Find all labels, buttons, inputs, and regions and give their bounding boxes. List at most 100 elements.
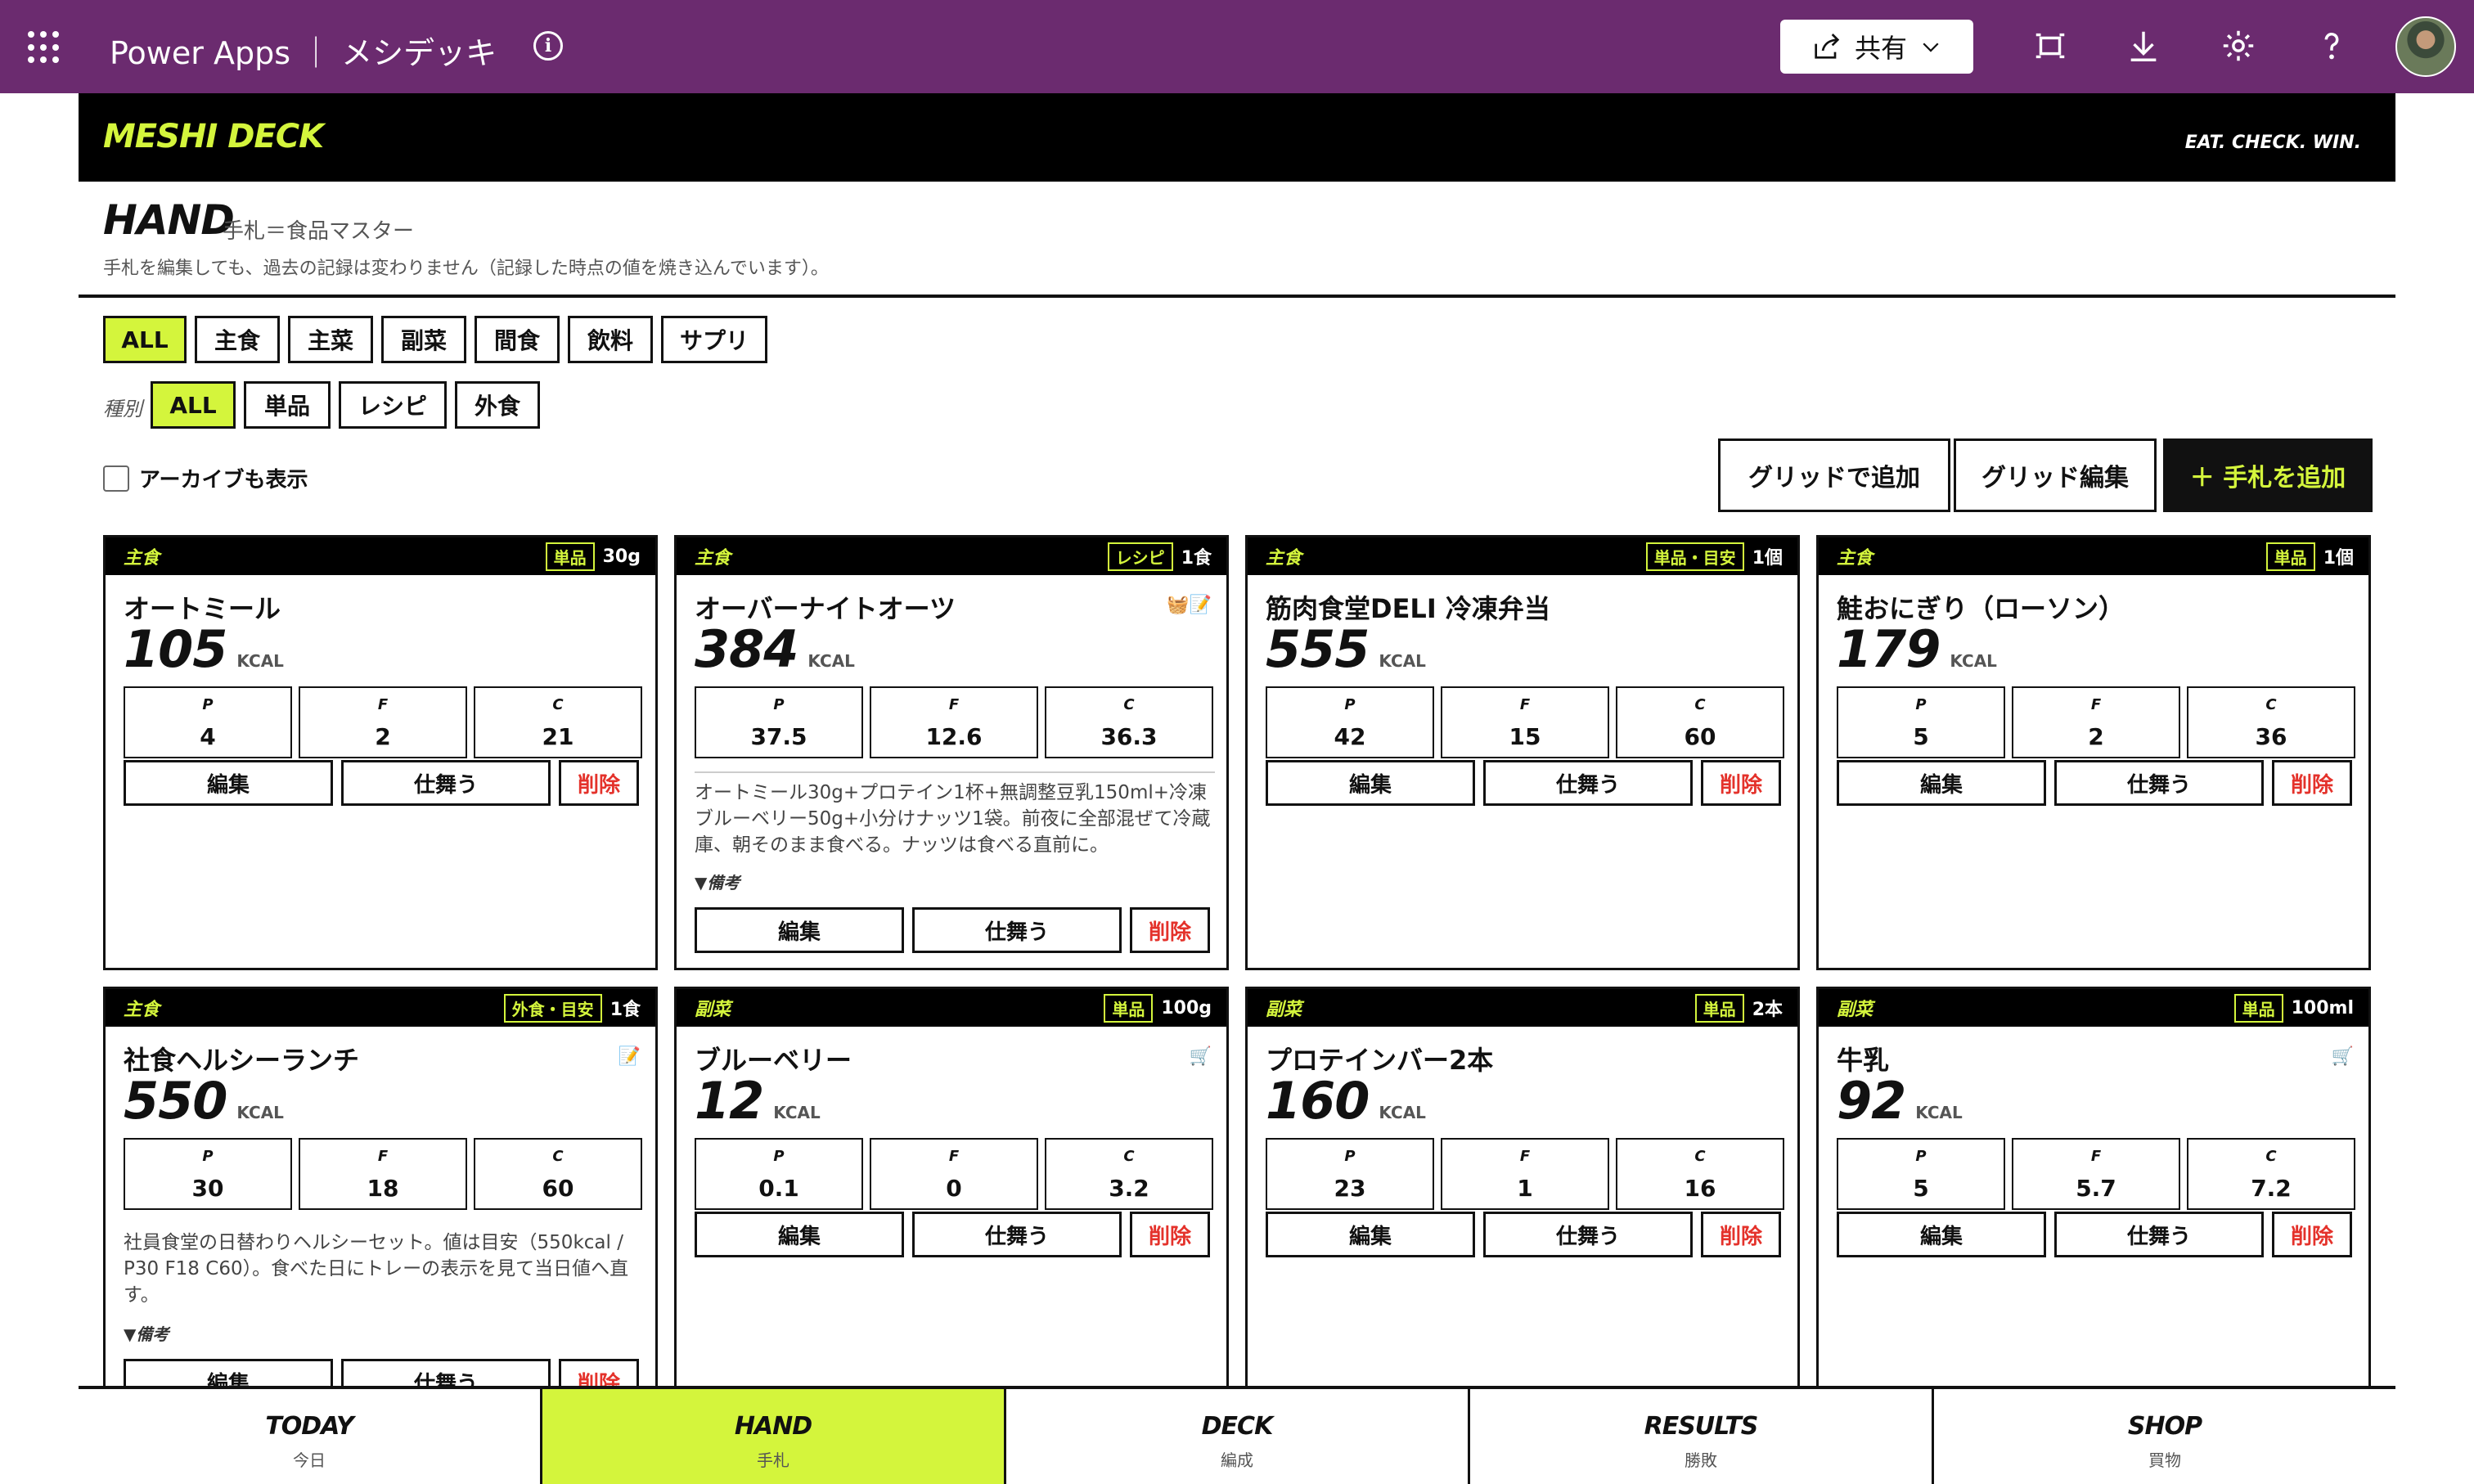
food-card: 主食 レシピ 1食 オーバーナイトオーツ 🧺📝 384 KCAL P 37.5 F… — [674, 535, 1229, 970]
waffle-icon[interactable] — [28, 31, 61, 64]
filter-kind-single[interactable]: 単品 — [244, 381, 331, 429]
archive-button[interactable]: 仕舞う — [2054, 1212, 2264, 1257]
share-button[interactable]: 共有 — [1780, 20, 1973, 74]
gear-icon[interactable] — [2217, 25, 2260, 67]
protein-box: P5 — [1837, 686, 2005, 758]
archive-checkbox[interactable] — [103, 465, 129, 492]
carb-value: 36.3 — [1100, 723, 1158, 750]
pfc-row: P 0.1 F0 C 3.2 — [695, 1138, 1213, 1210]
food-card: 主食 単品 1個 鮭おにぎり（ローソン） 179 KCAL P5 F2 C 36 … — [1816, 535, 2371, 970]
protein-box: P 23 — [1266, 1138, 1434, 1210]
archive-button[interactable]: 仕舞う — [1483, 1212, 1693, 1257]
carb-box: C 60 — [474, 1138, 642, 1210]
nav-tab-label: HAND — [734, 1412, 812, 1441]
card-unit: 1食 — [610, 1000, 641, 1020]
delete-button[interactable]: 削除 — [1701, 1212, 1781, 1257]
chevron-down-icon — [1923, 43, 1939, 52]
edit-button[interactable]: 編集 — [1837, 760, 2046, 806]
carb-label: C — [1123, 1148, 1135, 1165]
card-category: 主食 — [124, 1000, 160, 1020]
fat-value: 2 — [375, 723, 391, 750]
edit-button[interactable]: 編集 — [1837, 1212, 2046, 1257]
fullscreen-icon[interactable] — [2029, 25, 2071, 67]
protein-box: P 30 — [124, 1138, 292, 1210]
edit-button[interactable]: 編集 — [1266, 760, 1475, 806]
filter-category-staple[interactable]: 主食 — [195, 316, 280, 363]
nav-tab-today[interactable]: TODAY 今日 — [79, 1389, 542, 1484]
delete-button[interactable]: 削除 — [2272, 1212, 2352, 1257]
add-card-button[interactable]: ＋ 手札を追加 — [2163, 438, 2373, 512]
card-kcal: 550 KCAL — [124, 1071, 284, 1131]
archive-button[interactable]: 仕舞う — [1483, 760, 1693, 806]
card-type-badge: 単品 — [545, 542, 595, 571]
share-label: 共有 — [1854, 33, 1907, 64]
card-actions: 編集 仕舞う 削除 — [1266, 760, 1781, 806]
nav-tab-deck[interactable]: DECK 編成 — [1006, 1389, 1470, 1484]
kcal-value: 12 — [695, 1071, 764, 1131]
card-unit: 1個 — [2323, 548, 2354, 569]
fat-value: 5.7 — [2076, 1175, 2116, 1202]
edit-button[interactable]: 編集 — [695, 907, 904, 953]
kcal-unit: KCAL — [236, 651, 284, 671]
delete-button[interactable]: 削除 — [1130, 907, 1210, 953]
fat-box: F 15 — [1441, 686, 1609, 758]
card-header: 主食 単品 1個 — [1819, 537, 2368, 575]
fat-label: F — [1519, 696, 1531, 713]
delete-button[interactable]: 削除 — [1701, 760, 1781, 806]
carb-box: C 21 — [474, 686, 642, 758]
delete-button[interactable]: 削除 — [1130, 1212, 1210, 1257]
kcal-unit: KCAL — [1950, 651, 1997, 671]
fat-value: 18 — [367, 1175, 399, 1202]
card-unit: 2本 — [1752, 1000, 1783, 1020]
archive-toggle[interactable]: アーカイブも表示 — [103, 463, 308, 493]
edit-button[interactable]: 編集 — [1266, 1212, 1475, 1257]
filter-category-main[interactable]: 主菜 — [288, 316, 373, 363]
filter-category-all[interactable]: ALL — [103, 316, 187, 363]
nav-tab-sublabel: 今日 — [293, 1450, 326, 1470]
download-icon[interactable] — [2122, 25, 2165, 67]
protein-label: P — [1344, 1148, 1356, 1165]
nav-tab-results[interactable]: RESULTS 勝敗 — [1470, 1389, 1934, 1484]
app-title: Power Apps ｜ メシデッキ — [110, 35, 497, 71]
archive-button[interactable]: 仕舞う — [912, 1212, 1122, 1257]
help-icon[interactable] — [2310, 25, 2353, 67]
pfc-row: P 37.5 F 12.6 C 36.3 — [695, 686, 1213, 758]
delete-button[interactable]: 削除 — [2272, 760, 2352, 806]
grid-add-button[interactable]: グリッドで追加 — [1718, 438, 1950, 512]
archive-button[interactable]: 仕舞う — [912, 907, 1122, 953]
memo-toggle[interactable]: ▼備考 — [695, 870, 740, 893]
filter-category-drink[interactable]: 飲料 — [568, 316, 653, 363]
filter-category-side[interactable]: 副菜 — [381, 316, 466, 363]
edit-button[interactable]: 編集 — [124, 760, 333, 806]
filter-kind-eatout[interactable]: 外食 — [455, 381, 540, 429]
edit-button[interactable]: 編集 — [695, 1212, 904, 1257]
card-actions: 編集 仕舞う 削除 — [124, 760, 639, 806]
memo-icon: 📝 — [618, 1046, 641, 1067]
memo-toggle[interactable]: ▼備考 — [124, 1321, 169, 1345]
filter-kind-all[interactable]: ALL — [151, 381, 236, 429]
kcal-unit: KCAL — [1379, 651, 1426, 671]
app-logo: MESHI DECK — [103, 118, 324, 155]
nav-tab-hand[interactable]: HAND 手札 — [542, 1389, 1006, 1484]
nav-tab-sublabel: 勝敗 — [1685, 1450, 1717, 1470]
protein-box: P5 — [1837, 1138, 2005, 1210]
filter-category-snack[interactable]: 間食 — [475, 316, 560, 363]
delete-button[interactable]: 削除 — [559, 760, 639, 806]
kcal-value: 555 — [1266, 619, 1370, 679]
food-card: 副菜 単品 100ml 牛乳 🛒 92 KCAL P5 F 5.7 C 7.2 編集… — [1816, 987, 2371, 1412]
card-type-badge: レシピ — [1107, 542, 1173, 571]
card-type-badge: 単品 — [1694, 993, 1744, 1023]
info-icon[interactable]: i — [533, 31, 563, 61]
avatar[interactable] — [2395, 16, 2456, 77]
nav-tab-shop[interactable]: SHOP 買物 — [1934, 1389, 2395, 1484]
archive-button[interactable]: 仕舞う — [341, 760, 551, 806]
nav-tab-label: DECK — [1201, 1412, 1274, 1441]
cart-icon: 🛒 — [1189, 1046, 1212, 1067]
card-header: 副菜 単品 100ml — [1819, 989, 2368, 1027]
filter-kind-recipe[interactable]: レシピ — [339, 381, 447, 429]
bottom-nav: TODAY 今日 HAND 手札 DECK 編成 RESULTS 勝敗 SHOP… — [79, 1386, 2395, 1484]
carb-box: C 16 — [1616, 1138, 1784, 1210]
filter-category-supplement[interactable]: サプリ — [661, 316, 767, 363]
archive-button[interactable]: 仕舞う — [2054, 760, 2264, 806]
grid-edit-button[interactable]: グリッド編集 — [1954, 438, 2157, 512]
